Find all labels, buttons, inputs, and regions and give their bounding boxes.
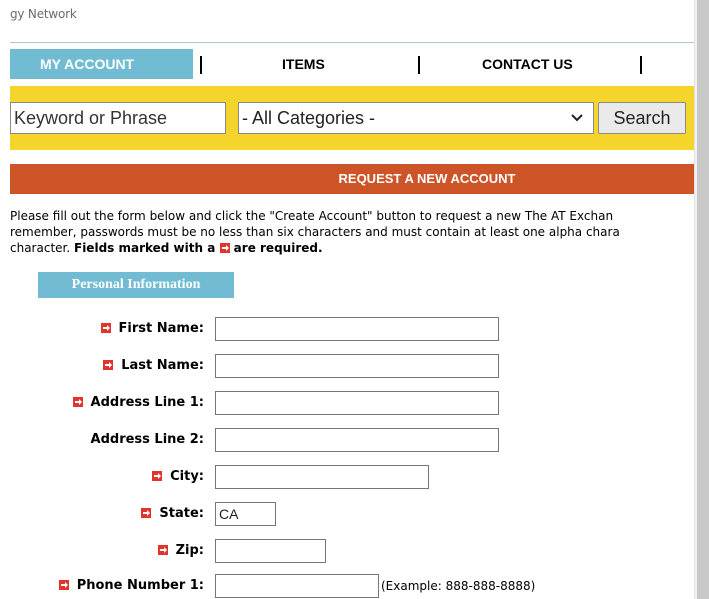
- intro-line-3: character. Fields marked with a are requ…: [10, 240, 694, 257]
- main-nav: MY ACCOUNT ITEMS CONTACT US: [10, 42, 694, 80]
- nav-separator: [418, 56, 420, 74]
- nav-separator: [200, 56, 202, 74]
- state-field[interactable]: CA: [215, 502, 276, 526]
- city-field[interactable]: [215, 465, 429, 489]
- form-row-zip: Zip:: [0, 538, 709, 564]
- form-row-last-name: Last Name:: [0, 353, 709, 379]
- last-name-label: Last Name:: [103, 353, 204, 379]
- form-row-state: State: CA: [0, 501, 709, 527]
- intro-required-note-a: Fields marked with a: [74, 241, 220, 255]
- category-select[interactable]: - All Categories -: [238, 102, 594, 134]
- address-line-2-label: Address Line 2:: [90, 432, 204, 447]
- address-line-2-field[interactable]: [215, 428, 499, 452]
- section-personal-information: Personal Information: [38, 272, 234, 298]
- zip-label: Zip:: [157, 538, 204, 565]
- nav-contact-us[interactable]: CONTACT US: [482, 49, 573, 79]
- address-line-1-label-text: Address Line 1:: [90, 395, 204, 410]
- nav-items[interactable]: ITEMS: [282, 49, 325, 79]
- nav-separator: [640, 56, 642, 74]
- address-line-1-label: Address Line 1:: [72, 390, 204, 417]
- phone-number-1-label: Phone Number 1:: [58, 573, 204, 599]
- required-marker-icon: [72, 391, 83, 417]
- scrollbar-thumb[interactable]: [697, 0, 709, 599]
- intro-text: Please fill out the form below and click…: [10, 208, 694, 262]
- required-marker-icon: [100, 317, 111, 343]
- first-name-field[interactable]: [215, 317, 499, 341]
- city-label: City:: [152, 464, 204, 490]
- first-name-label: First Name:: [100, 316, 204, 343]
- keyword-input[interactable]: Keyword or Phrase: [10, 102, 226, 134]
- state-label: State:: [141, 501, 204, 527]
- category-select-value: - All Categories -: [242, 108, 376, 128]
- intro-line-1: Please fill out the form below and click…: [10, 209, 614, 223]
- form-row-city: City:: [0, 464, 709, 490]
- intro-line-3-start: character.: [10, 241, 74, 255]
- phone-number-1-field[interactable]: [215, 574, 379, 598]
- form-row-address-2: Address Line 2:: [0, 427, 709, 453]
- last-name-field[interactable]: [215, 354, 499, 378]
- intro-required-note-b: are required.: [229, 241, 323, 255]
- city-label-text: City:: [170, 469, 204, 484]
- zip-label-text: Zip:: [175, 543, 204, 558]
- first-name-label-text: First Name:: [118, 321, 204, 336]
- form-row-address-1: Address Line 1:: [0, 390, 709, 416]
- zip-field[interactable]: [215, 539, 326, 563]
- search-button[interactable]: Search: [598, 102, 686, 134]
- form-row-phone-1: Phone Number 1: (Example: 888-888-8888): [0, 573, 709, 599]
- nav-my-account[interactable]: MY ACCOUNT: [10, 49, 193, 79]
- required-marker-icon: [152, 465, 163, 491]
- phone-example-hint: (Example: 888-888-8888): [381, 579, 536, 593]
- address-line-1-field[interactable]: [215, 391, 499, 415]
- page-banner: REQUEST A NEW ACCOUNT: [10, 164, 694, 194]
- last-name-label-text: Last Name:: [121, 358, 204, 373]
- site-brand: gy Network: [10, 7, 77, 21]
- chevron-down-icon: [569, 103, 585, 133]
- required-marker-icon: [103, 354, 114, 380]
- state-label-text: State:: [159, 506, 204, 521]
- search-bar: Keyword or Phrase - All Categories - Sea…: [10, 86, 694, 150]
- required-marker-icon: [219, 241, 230, 257]
- form-row-first-name: First Name:: [0, 316, 709, 342]
- required-marker-icon: [157, 539, 168, 565]
- intro-line-2: remember, passwords must be no less than…: [10, 225, 620, 239]
- phone-number-1-label-text: Phone Number 1:: [76, 578, 204, 593]
- required-marker-icon: [141, 502, 152, 528]
- required-marker-icon: [58, 574, 69, 599]
